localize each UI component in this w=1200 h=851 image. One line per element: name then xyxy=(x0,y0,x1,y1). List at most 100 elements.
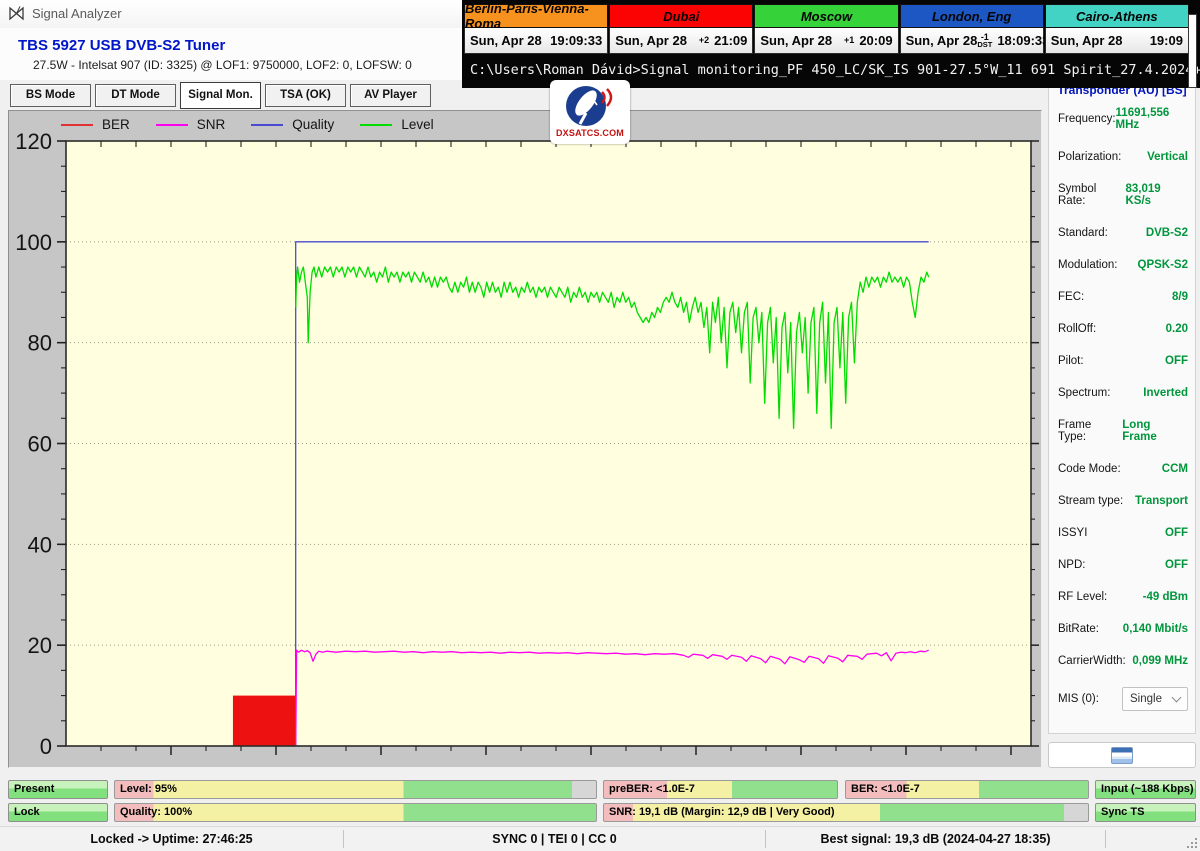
transponder-label: Polarization: xyxy=(1058,151,1121,163)
signal-analyzer-icon xyxy=(8,5,25,22)
transponder-value: 8/9 xyxy=(1172,291,1188,303)
transponder-label: Modulation: xyxy=(1058,259,1117,271)
window-title: Signal Analyzer xyxy=(32,6,122,21)
transponder-row-code-mode: Code Mode: CCM xyxy=(1058,463,1188,475)
transponder-panel: Transponder (AU) [BS] Frequency:11691,55… xyxy=(1048,78,1196,734)
svg-text:80: 80 xyxy=(28,331,52,356)
svg-text:20: 20 xyxy=(28,633,52,658)
transponder-row-symbol-rate: Symbol Rate:83,019 KS/s xyxy=(1058,183,1188,207)
transponder-label: Code Mode: xyxy=(1058,463,1121,475)
status-sync-counters: SYNC 0 | TEI 0 | CC 0 xyxy=(344,827,765,851)
transponder-row-rolloff: RollOff: 0.20 xyxy=(1058,323,1188,335)
resize-grip[interactable] xyxy=(1185,836,1197,848)
tab-dt-mode[interactable]: DT Mode xyxy=(95,84,176,107)
dxsatcs-logo-text: DXSATCS.COM xyxy=(550,128,630,138)
clock-cairo-athens: Cairo-AthensSun, Apr 2819:09 xyxy=(1045,4,1190,54)
transponder-row-standard: Standard:DVB-S2 xyxy=(1058,227,1188,239)
transponder-label: BitRate: xyxy=(1058,623,1099,635)
svg-text:40: 40 xyxy=(28,532,52,557)
clock-london-eng: London, EngSun, Apr 28-1DST18:09:33 xyxy=(900,4,1045,54)
transponder-rows: Frequency:11691,556 MHz Polarization: Vert… xyxy=(1058,107,1188,667)
transponder-row-stream-type: Stream type: Transport xyxy=(1058,495,1188,507)
snr-bar: SNR: 19,1 dB (Margin: 12,9 dB | Very Goo… xyxy=(603,803,1089,822)
clock-city-label: Cairo-Athens xyxy=(1045,4,1189,28)
transponder-row-frequency: Frequency:11691,556 MHz xyxy=(1058,107,1188,131)
transponder-row-frame-type: Frame Type:Long Frame xyxy=(1058,419,1188,443)
dxsatcs-logo: DXSATCS.COM xyxy=(550,80,630,144)
status-best-signal: Best signal: 19,3 dB (2024-04-27 18:35) xyxy=(766,827,1105,851)
signal-chart: 020406080100120 xyxy=(9,111,1039,765)
transponder-value: CCM xyxy=(1162,463,1188,475)
transponder-value: OFF xyxy=(1165,527,1188,539)
transponder-value: DVB-S2 xyxy=(1146,227,1188,239)
clock-city-label: Moscow xyxy=(754,4,898,28)
svg-text:120: 120 xyxy=(15,129,52,154)
transponder-row-fec: FEC: 8/9 xyxy=(1058,291,1188,303)
transponder-value: Long Frame xyxy=(1122,419,1188,443)
transponder-row-pilot: Pilot:OFF xyxy=(1058,355,1188,367)
status-uptime: Locked -> Uptime: 27:46:25 xyxy=(0,827,343,851)
transponder-row-modulation: Modulation: QPSK-S2 xyxy=(1058,259,1188,271)
transponder-label: Frame Type: xyxy=(1058,419,1122,443)
transponder-value: Transport xyxy=(1135,495,1188,507)
input-indicator: Input (~188 Kbps) xyxy=(1095,780,1196,799)
transponder-row-carrierwidth: CarrierWidth: 0,099 MHz xyxy=(1058,655,1188,667)
transponder-label: CarrierWidth: xyxy=(1058,655,1126,667)
transponder-label: FEC: xyxy=(1058,291,1084,303)
transponder-row-spectrum: Spectrum: Inverted xyxy=(1058,387,1188,399)
console-overlay: Berlin-Paris-Vienna-RomaSun, Apr 2819:09… xyxy=(462,0,1200,88)
transponder-row-bitrate: BitRate: 0,140 Mbit/s xyxy=(1058,623,1188,635)
device-button[interactable] xyxy=(1048,742,1196,768)
signal-chart-panel: BERSNRQualityLevel 020406080100120 xyxy=(8,110,1042,768)
satellite-dish-icon xyxy=(564,83,616,129)
tab-bs-mode[interactable]: BS Mode xyxy=(10,84,91,107)
svg-text:100: 100 xyxy=(15,230,52,255)
transponder-value: -49 dBm xyxy=(1143,591,1188,603)
transponder-label: Frequency: xyxy=(1058,113,1116,125)
transponder-value: OFF xyxy=(1165,355,1188,367)
tab-tsa-ok[interactable]: TSA (OK) xyxy=(265,84,346,107)
quality-bar: Quality: 100% xyxy=(114,803,597,822)
tuner-name: TBS 5927 USB DVB-S2 Tuner xyxy=(18,37,225,54)
clock-scroll-strip xyxy=(1188,14,1197,88)
tab-av-player[interactable]: AV Player xyxy=(350,84,431,107)
transponder-value: 83,019 KS/s xyxy=(1125,183,1188,207)
mis-row: MIS (0): Single xyxy=(1058,687,1188,711)
transponder-label: Spectrum: xyxy=(1058,387,1110,399)
transponder-value: QPSK-S2 xyxy=(1138,259,1189,271)
status-bar: Locked -> Uptime: 27:46:25 SYNC 0 | TEI … xyxy=(0,826,1200,851)
tab-signal-mon[interactable]: Signal Mon. xyxy=(180,82,261,109)
transponder-value: 11691,556 MHz xyxy=(1116,107,1188,131)
transponder-label: RF Level: xyxy=(1058,591,1107,603)
transponder-row-polarization: Polarization: Vertical xyxy=(1058,151,1188,163)
mis-label: MIS (0): xyxy=(1058,693,1099,705)
sync-ts-indicator: Sync TS xyxy=(1095,803,1196,822)
transponder-label: NPD: xyxy=(1058,559,1085,571)
transponder-label: Symbol Rate: xyxy=(1058,183,1125,207)
mis-dropdown[interactable]: Single xyxy=(1122,687,1188,711)
transponder-value: 0,099 MHz xyxy=(1132,655,1188,667)
clock-utc-offset: +1 xyxy=(844,37,854,44)
clock-time-cell: Sun, Apr 28+221:09 xyxy=(609,28,753,54)
transponder-value: Inverted xyxy=(1143,387,1188,399)
mis-selected-value: Single xyxy=(1130,693,1162,705)
console-prompt[interactable]: C:\Users\Roman Dávid>Signal monitoring_P… xyxy=(470,62,1200,78)
clock-moscow: MoscowSun, Apr 28+120:09 xyxy=(754,4,899,54)
transponder-row-rf-level: RF Level: -49 dBm xyxy=(1058,591,1188,603)
transponder-value: Vertical xyxy=(1147,151,1188,163)
transponder-value: 0.20 xyxy=(1166,323,1188,335)
transponder-value: OFF xyxy=(1165,559,1188,571)
transponder-row-npd: NPD: OFF xyxy=(1058,559,1188,571)
transponder-value: 0,140 Mbit/s xyxy=(1123,623,1188,635)
chevron-down-icon xyxy=(1172,693,1182,703)
transponder-label: Stream type: xyxy=(1058,495,1123,507)
clock-berlin-paris-vienna-roma: Berlin-Paris-Vienna-RomaSun, Apr 2819:09… xyxy=(464,4,609,54)
clock-utc-offset: -1DST xyxy=(977,34,992,48)
transponder-row-issyi: ISSYI OFF xyxy=(1058,527,1188,539)
level-bar: Level: 95% xyxy=(114,780,597,799)
svg-text:60: 60 xyxy=(28,432,52,457)
transponder-label: RollOff: xyxy=(1058,323,1096,335)
clock-dubai: DubaiSun, Apr 28+221:09 xyxy=(609,4,754,54)
world-clock: Berlin-Paris-Vienna-RomaSun, Apr 2819:09… xyxy=(464,4,1190,54)
transponder-label: ISSYI xyxy=(1058,527,1087,539)
